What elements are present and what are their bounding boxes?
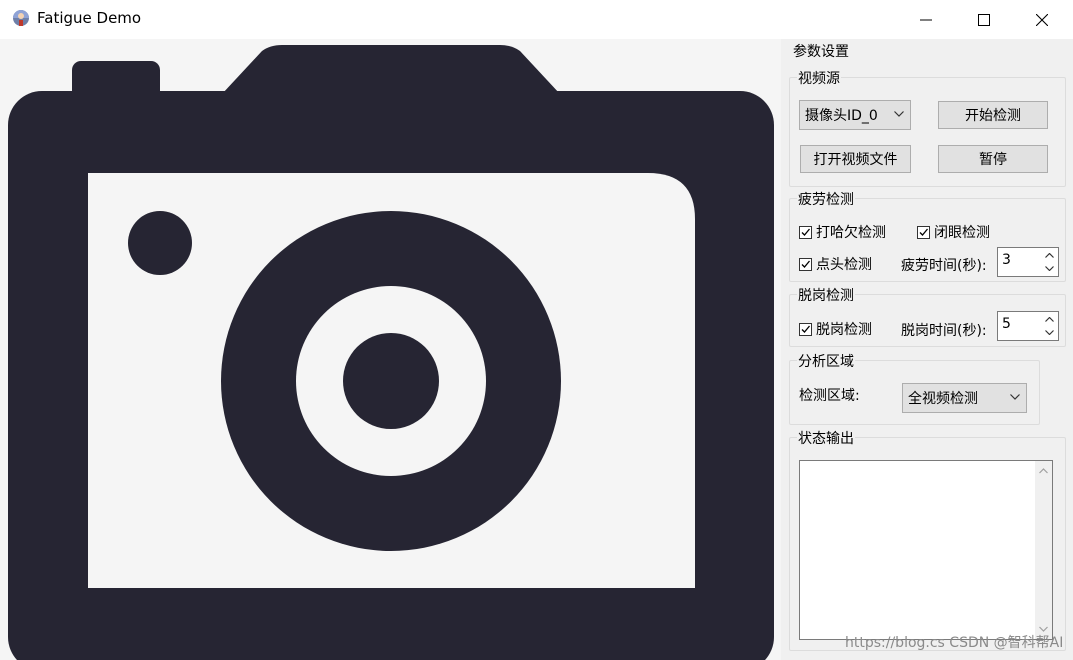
maximize-button[interactable] [955,0,1013,39]
region-title: 分析区域 [797,351,855,371]
leave-time-value: 5 [1002,316,1011,332]
minimize-icon [920,19,932,20]
status-output-textarea[interactable] [799,460,1053,640]
fatigue-title: 疲劳检测 [797,189,855,209]
close-icon [1036,13,1048,26]
start-detection-button[interactable]: 开始检测 [938,101,1048,129]
region-label: 检测区域: [799,388,860,404]
spin-up-icon[interactable] [1042,249,1056,262]
video-source-title: 视频源 [797,68,841,88]
app-icon [11,9,31,29]
fatigue-time-value: 3 [1002,252,1011,268]
camera-select-value: 摄像头ID_0 [805,108,878,124]
eye-closed-label: 闭眼检测 [934,225,990,241]
leave-time-label: 脱岗时间(秒): [901,323,987,339]
status-title: 状态输出 [797,428,855,448]
region-select[interactable]: 全视频检测 [902,383,1027,413]
title-bar: Fatigue Demo [0,0,1073,39]
leave-title: 脱岗检测 [797,285,855,305]
checkbox-box [799,322,812,336]
vertical-scrollbar[interactable] [1035,461,1052,639]
yawn-label: 打哈欠检测 [816,225,886,241]
open-video-file-button[interactable]: 打开视频文件 [800,145,911,173]
fatigue-time-spinbox[interactable]: 3 [997,247,1059,277]
chevron-down-icon [1010,394,1020,400]
nod-label: 点头检测 [816,257,872,273]
video-display [0,39,781,660]
pause-button[interactable]: 暂停 [938,145,1048,173]
fatigue-time-label: 疲劳时间(秒): [901,258,987,274]
region-select-value: 全视频检测 [908,391,978,407]
eye-closed-checkbox[interactable]: 闭眼检测 [917,222,990,242]
spin-up-icon[interactable] [1042,313,1056,326]
settings-title: 参数设置 [792,41,850,61]
leave-checkbox[interactable]: 脱岗检测 [799,319,872,339]
maximize-icon [978,13,990,26]
window-title: Fatigue Demo [37,9,142,27]
close-button[interactable] [1013,0,1071,39]
settings-panel: 参数设置 视频源 摄像头ID_0 开始检测 打开视频文件 暂停 疲劳检测 打哈欠… [781,39,1073,660]
spin-down-icon[interactable] [1042,262,1056,275]
nod-checkbox[interactable]: 点头检测 [799,254,872,274]
spin-down-icon[interactable] [1042,326,1056,339]
camera-icon [8,45,774,660]
minimize-button[interactable] [897,0,955,39]
chevron-down-icon [894,111,904,117]
camera-select[interactable]: 摄像头ID_0 [799,100,911,130]
scroll-up-icon[interactable] [1035,464,1052,478]
checkbox-box [799,257,812,271]
leave-label: 脱岗检测 [816,322,872,338]
watermark: https://blog.cs CSDN @智科帮AI [845,635,1064,651]
checkbox-box [799,225,812,239]
leave-time-spinbox[interactable]: 5 [997,311,1059,341]
checkbox-box [917,225,930,239]
yawn-checkbox[interactable]: 打哈欠检测 [799,222,886,242]
